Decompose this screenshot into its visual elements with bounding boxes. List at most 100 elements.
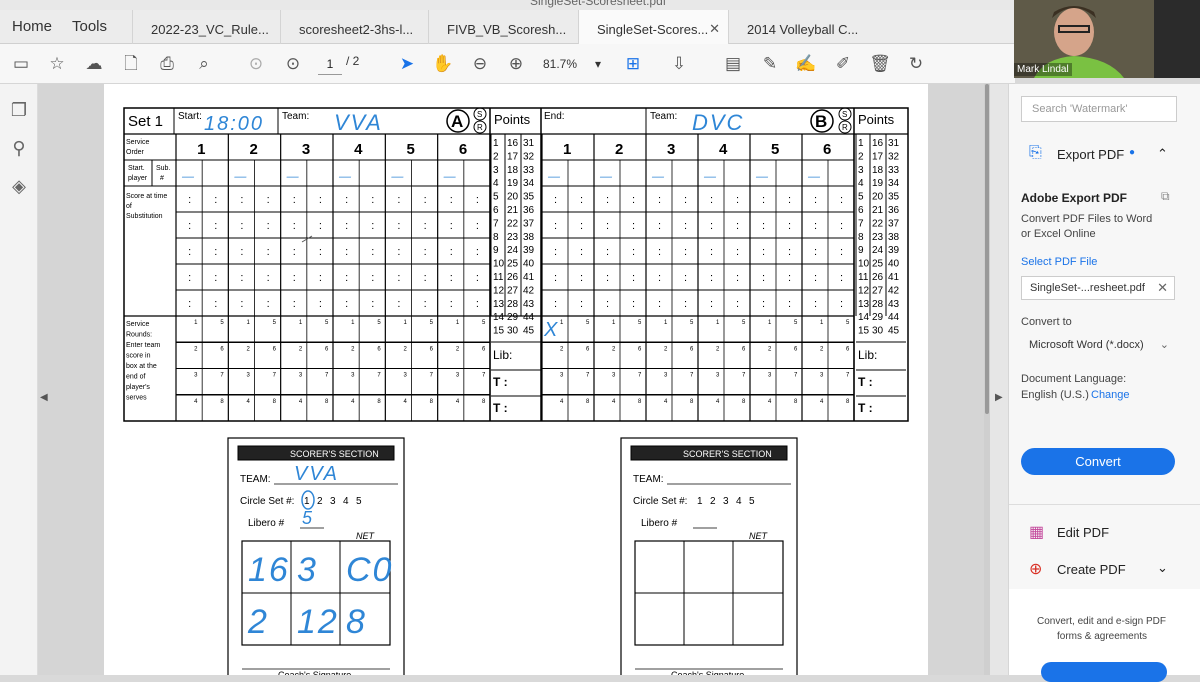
star-icon[interactable]: ☆ (46, 53, 68, 75)
point-number: 32 (888, 151, 900, 162)
round-number: 8 (742, 399, 746, 405)
scrollbar-thumb[interactable] (985, 84, 989, 414)
collapse-right-icon[interactable]: ▶ (995, 392, 1003, 403)
edit-pdf-item[interactable]: Edit PDF (1057, 525, 1109, 540)
page-down-icon[interactable]: ⊙ (282, 53, 304, 75)
convert-button[interactable]: Convert (1021, 448, 1175, 475)
round-number: 3 (247, 373, 251, 379)
zoom-select[interactable]: 81.7% ▾ (543, 53, 607, 75)
create-pdf-item[interactable]: Create PDF (1057, 562, 1126, 577)
comment-icon[interactable]: ▤ (722, 53, 744, 75)
tab-rules[interactable]: 2022-23_VC_Rule... (132, 10, 280, 44)
document-area[interactable]: ◀ Set 1 Start: 18:00 Team: VVA A S R Points End: T… (38, 84, 1005, 680)
point-number: 35 (888, 192, 900, 203)
collapse-left-icon[interactable]: ◀ (40, 392, 48, 403)
close-icon[interactable]: ✕ (709, 21, 720, 37)
chevron-down-icon[interactable]: ⌄ (1157, 560, 1168, 576)
page-number-input[interactable]: 1 (318, 53, 342, 75)
round-number: 2 (456, 346, 460, 352)
file-lock-icon[interactable]: 🗋 (120, 53, 142, 75)
point-number: 2 (858, 151, 864, 162)
starting-player-mark: — (547, 169, 562, 183)
search-input[interactable]: Search 'Watermark' (1021, 96, 1177, 122)
point-number: 24 (872, 245, 884, 256)
round-number: 3 (612, 373, 616, 379)
chevron-down-icon: ⌄ (1159, 339, 1169, 351)
point-number: 37 (523, 218, 535, 229)
scrollbar[interactable] (984, 84, 990, 675)
point-number: 27 (507, 285, 519, 296)
zoom-out-icon[interactable]: ⊖ (469, 53, 491, 75)
format-select[interactable]: Microsoft Word (*.docx) ⌄ (1021, 334, 1175, 358)
starting-player-mark: — (703, 169, 718, 183)
search-icon[interactable]: ⌕ (193, 53, 215, 75)
cloud-upload-icon[interactable]: ☁ (83, 53, 105, 75)
clear-icon[interactable]: ✕ (1157, 280, 1168, 296)
set-number: 2 (317, 496, 323, 507)
edit-text-icon[interactable]: ✐ (832, 53, 854, 75)
right-collapse[interactable]: ▶ (990, 84, 1008, 675)
pages-icon[interactable]: ❐ (8, 100, 30, 122)
fit-page-icon[interactable]: ⊞ (622, 53, 644, 75)
chevron-up-icon[interactable]: ⌃ (1157, 146, 1168, 162)
score-colon: : (371, 246, 374, 258)
tab-label: 2022-23_VC_Rule... (151, 22, 269, 37)
service-rounds-label: end of (126, 374, 146, 381)
tab-fivb[interactable]: FIVB_VB_Scoresh... (428, 10, 578, 44)
point-number: 9 (493, 245, 499, 256)
round-number: 4 (560, 399, 564, 405)
score-colon: : (736, 272, 739, 284)
save-icon[interactable]: ▭ (10, 53, 32, 75)
tab-scoresheet2[interactable]: scoresheet2-3hs-l... (280, 10, 428, 44)
convert-to-label: Convert to (1021, 316, 1072, 328)
print-icon[interactable]: ⎙ (156, 53, 178, 75)
edit-pdf-icon: ▦ (1029, 524, 1045, 541)
tab-singleset[interactable]: SingleSet-Scores... ✕ (578, 10, 728, 44)
zoom-in-icon[interactable]: ⊕ (505, 53, 527, 75)
point-number: 20 (872, 192, 884, 203)
trash-icon[interactable]: 🗑 (869, 53, 891, 75)
set-number: 5 (749, 496, 755, 507)
round-number: 1 (456, 320, 460, 326)
attachment-icon[interactable]: ⚲ (8, 138, 30, 160)
page-up-icon[interactable]: ⊙ (245, 53, 267, 75)
cross-mark: X (543, 319, 559, 341)
point-number: 40 (888, 259, 900, 270)
copy-icon[interactable]: ⧉ (1161, 189, 1170, 204)
export-pdf-title[interactable]: Export PDF (1057, 147, 1124, 162)
score-colon: : (476, 246, 479, 258)
score-colon: : (554, 194, 557, 206)
rotate-icon[interactable]: ↻ (905, 53, 927, 75)
layers-icon[interactable]: ◈ (8, 176, 30, 198)
round-number: 3 (351, 373, 355, 379)
scroll-mode-icon[interactable]: ⇩ (668, 53, 690, 75)
zoom-value: 81.7% (543, 57, 578, 71)
highlight-pen-icon[interactable]: ✎ (759, 53, 781, 75)
score-colon: : (371, 220, 374, 232)
change-language-link[interactable]: Change (1091, 389, 1130, 401)
nav-tools[interactable]: Tools (72, 18, 107, 35)
hand-icon[interactable]: ✋ (432, 53, 454, 75)
point-number: 17 (872, 151, 884, 162)
point-number: 40 (523, 259, 535, 270)
select-pdf-link[interactable]: Select PDF File (1021, 256, 1097, 268)
score-colon: : (240, 272, 243, 284)
select-cursor-icon[interactable]: ➤ (396, 53, 418, 75)
selected-file-field[interactable]: SingleSet-...resheet.pdf ✕ (1021, 276, 1175, 300)
round-number: 6 (430, 346, 434, 352)
score-colon: : (736, 246, 739, 258)
lib-label: Lib: (858, 348, 877, 362)
tab-volleyball-2014[interactable]: 2014 Volleyball C... (728, 10, 876, 44)
service-rounds-label: serves (126, 395, 147, 402)
chevron-down-icon: ▾ (594, 57, 601, 71)
point-number: 19 (872, 178, 884, 189)
circle-set-label: Circle Set #: (633, 496, 687, 507)
nav-home[interactable]: Home (12, 18, 52, 35)
promo-button[interactable] (1041, 662, 1167, 682)
round-number: 7 (325, 373, 329, 379)
score-colon: : (736, 298, 739, 310)
score-colon: : (345, 194, 348, 206)
round-number: 8 (482, 399, 486, 405)
sign-icon[interactable]: ✍ (795, 53, 817, 75)
point-number: 41 (888, 272, 900, 283)
